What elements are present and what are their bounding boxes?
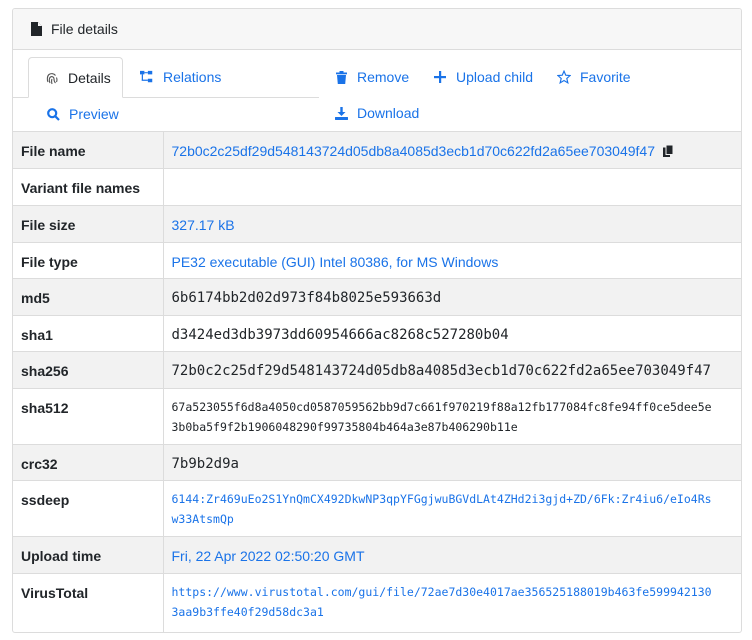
file-name-link[interactable]: 72b0c2c25df29d548143724d05db8a4085d3ecb1… <box>172 143 655 159</box>
page-title: File details <box>51 21 118 37</box>
remove-button[interactable]: Remove <box>334 69 409 85</box>
upload-time-link[interactable]: Fri, 22 Apr 2022 02:50:20 GMT <box>172 548 365 564</box>
row-file-type: File type PE32 executable (GUI) Intel 80… <box>13 242 741 279</box>
file-type-label: File type <box>13 242 164 279</box>
tab-details[interactable]: Details <box>28 57 123 98</box>
ssdeep-label: ssdeep <box>13 480 164 537</box>
sha256-value: 72b0c2c25df29d548143724d05db8a4085d3ecb1… <box>163 351 741 389</box>
trash-icon <box>334 70 348 84</box>
file-nav: Details Relations Remove Upload child Fa… <box>13 50 741 131</box>
row-variant-file-names: Variant file names <box>13 168 741 206</box>
download-label: Download <box>357 105 420 121</box>
md5-label: md5 <box>13 278 164 316</box>
row-ssdeep: ssdeep 6144:Zr469uEo2S1YnQmCX492DkwNP3qp… <box>13 480 741 537</box>
tab-relations-label: Relations <box>163 69 222 85</box>
card-header: File details <box>13 9 741 50</box>
upload-time-label: Upload time <box>13 536 164 574</box>
sha512-value-line2: 3b0ba5f9f2b1906048290f99735804b464a3e87b… <box>171 420 518 434</box>
details-table: File name 72b0c2c25df29d548143724d05db8a… <box>13 131 741 632</box>
virustotal-link-line2[interactable]: 3aa9b3ffe40f29d58dc3a1 <box>172 602 734 622</box>
download-button[interactable]: Download <box>334 105 419 121</box>
virustotal-link-line1[interactable]: https://www.virustotal.com/gui/file/72ae… <box>172 582 734 602</box>
file-icon <box>31 22 42 36</box>
plus-icon <box>433 70 447 84</box>
sha512-label: sha512 <box>13 388 164 445</box>
favorite-button[interactable]: Favorite <box>557 69 631 85</box>
crc32-value: 7b9b2d9a <box>163 444 741 481</box>
row-sha1: sha1 d3424ed3db3973dd60954666ac8268c5272… <box>13 315 741 352</box>
row-file-size: File size 327.17 kB <box>13 205 741 243</box>
tab-preview-label: Preview <box>69 106 119 122</box>
crc32-label: crc32 <box>13 444 164 481</box>
tab-relations[interactable]: Relations <box>140 69 221 85</box>
row-upload-time: Upload time Fri, 22 Apr 2022 02:50:20 GM… <box>13 536 741 574</box>
row-md5: md5 6b6174bb2d02d973f84b8025e593663d <box>13 278 741 316</box>
remove-label: Remove <box>357 69 410 85</box>
favorite-label: Favorite <box>580 69 631 85</box>
sha512-value-line1: 67a523055f6d8a4050cd0587059562bb9d7c661f… <box>171 400 712 414</box>
file-details-card: File details Details Relations Remove Up… <box>12 8 742 633</box>
copy-icon[interactable] <box>662 144 674 157</box>
row-file-name: File name 72b0c2c25df29d548143724d05db8a… <box>13 131 741 169</box>
download-icon <box>334 106 348 120</box>
file-type-link[interactable]: PE32 executable (GUI) Intel 80386, for M… <box>172 254 499 270</box>
sha1-value: d3424ed3db3973dd60954666ac8268c527280b04 <box>163 315 741 352</box>
tab-details-label: Details <box>68 69 111 86</box>
variant-label: Variant file names <box>13 168 164 206</box>
row-crc32: crc32 7b9b2d9a <box>13 444 741 481</box>
sha256-label: sha256 <box>13 351 164 389</box>
variant-value <box>163 168 741 206</box>
upload-child-button[interactable]: Upload child <box>433 69 533 85</box>
upload-child-label: Upload child <box>456 69 534 85</box>
row-sha256: sha256 72b0c2c25df29d548143724d05db8a408… <box>13 351 741 389</box>
file-size-label: File size <box>13 205 164 243</box>
file-name-label: File name <box>13 131 164 169</box>
row-virustotal: VirusTotal https://www.virustotal.com/gu… <box>13 573 741 632</box>
sha1-label: sha1 <box>13 315 164 352</box>
row-sha512: sha512 67a523055f6d8a4050cd0587059562bb9… <box>13 388 741 445</box>
ssdeep-link-line1[interactable]: 6144:Zr469uEo2S1YnQmCX492DkwNP3qpYFGgjwu… <box>172 489 734 509</box>
sitemap-icon <box>140 70 154 84</box>
tab-preview[interactable]: Preview <box>46 106 119 122</box>
md5-value: 6b6174bb2d02d973f84b8025e593663d <box>163 278 741 316</box>
ssdeep-link-line2[interactable]: w33AtsmQp <box>172 509 734 529</box>
star-icon <box>557 70 571 84</box>
file-size-link[interactable]: 327.17 kB <box>172 217 235 233</box>
fingerprint-icon <box>45 71 59 85</box>
search-icon <box>46 107 60 121</box>
virustotal-label: VirusTotal <box>13 573 164 632</box>
